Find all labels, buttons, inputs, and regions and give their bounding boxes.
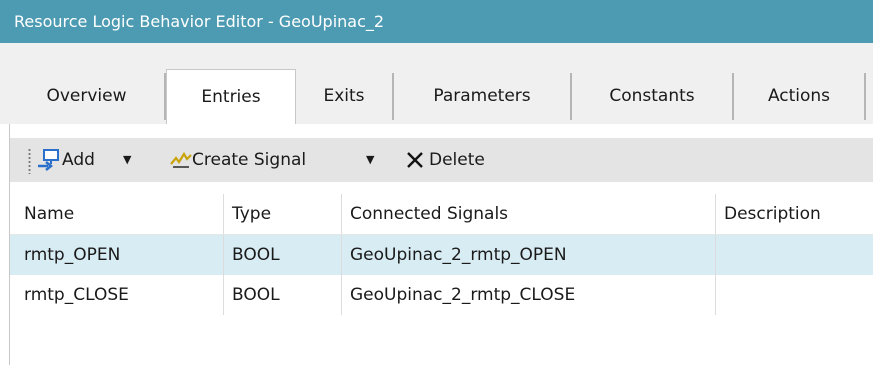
tab-actions[interactable]: Actions [734, 73, 866, 120]
toolbar-grip[interactable] [28, 148, 31, 174]
entry-connected-signals: GeoUpinac_2_rmtp_CLOSE [342, 275, 716, 315]
column-header-type[interactable]: Type [224, 194, 342, 234]
window-title-bar: Resource Logic Behavior Editor - GeoUpin… [0, 0, 873, 43]
tab-constants[interactable]: Constants [572, 73, 734, 120]
table-row[interactable]: rmtp_OPEN BOOL GeoUpinac_2_rmtp_OPEN [10, 235, 873, 275]
toolbar: Add ▼ Create Signal ▼ Delete [10, 138, 873, 182]
create-signal-button[interactable]: Create Signal ▼ [170, 138, 385, 182]
column-header-description[interactable]: Description [716, 194, 873, 234]
entry-type: BOOL [224, 275, 342, 315]
add-entry-icon [38, 149, 59, 171]
column-header-name[interactable]: Name [16, 194, 224, 234]
entry-type: BOOL [224, 235, 342, 275]
entry-description [716, 235, 873, 275]
entries-panel: Add ▼ Create Signal ▼ Delete Name Type C… [9, 124, 873, 365]
window-title: Resource Logic Behavior Editor - GeoUpin… [14, 12, 385, 31]
create-signal-label: Create Signal [192, 150, 307, 170]
table-row[interactable]: rmtp_CLOSE BOOL GeoUpinac_2_rmtp_CLOSE [10, 275, 873, 315]
chevron-down-icon: ▼ [123, 153, 132, 166]
tab-strip: Overview Entries Exits Parameters Consta… [0, 43, 873, 124]
tab-overview[interactable]: Overview [9, 73, 166, 120]
add-button-label: Add [62, 150, 95, 170]
tab-exits[interactable]: Exits [296, 73, 394, 120]
entry-name: rmtp_CLOSE [16, 275, 224, 315]
tab-entries[interactable]: Entries [166, 69, 296, 124]
column-header-connected-signals[interactable]: Connected Signals [342, 194, 716, 234]
entry-description [716, 275, 873, 315]
delete-icon [407, 152, 423, 168]
delete-label: Delete [429, 150, 485, 170]
delete-button[interactable]: Delete [405, 138, 515, 182]
tab-parameters[interactable]: Parameters [394, 73, 572, 120]
add-button[interactable]: Add ▼ [36, 138, 166, 182]
signal-icon [170, 151, 192, 168]
entry-connected-signals: GeoUpinac_2_rmtp_OPEN [342, 235, 716, 275]
chevron-down-icon: ▼ [366, 153, 375, 166]
entry-name: rmtp_OPEN [16, 235, 224, 275]
grid-header: Name Type Connected Signals Description [10, 194, 873, 235]
